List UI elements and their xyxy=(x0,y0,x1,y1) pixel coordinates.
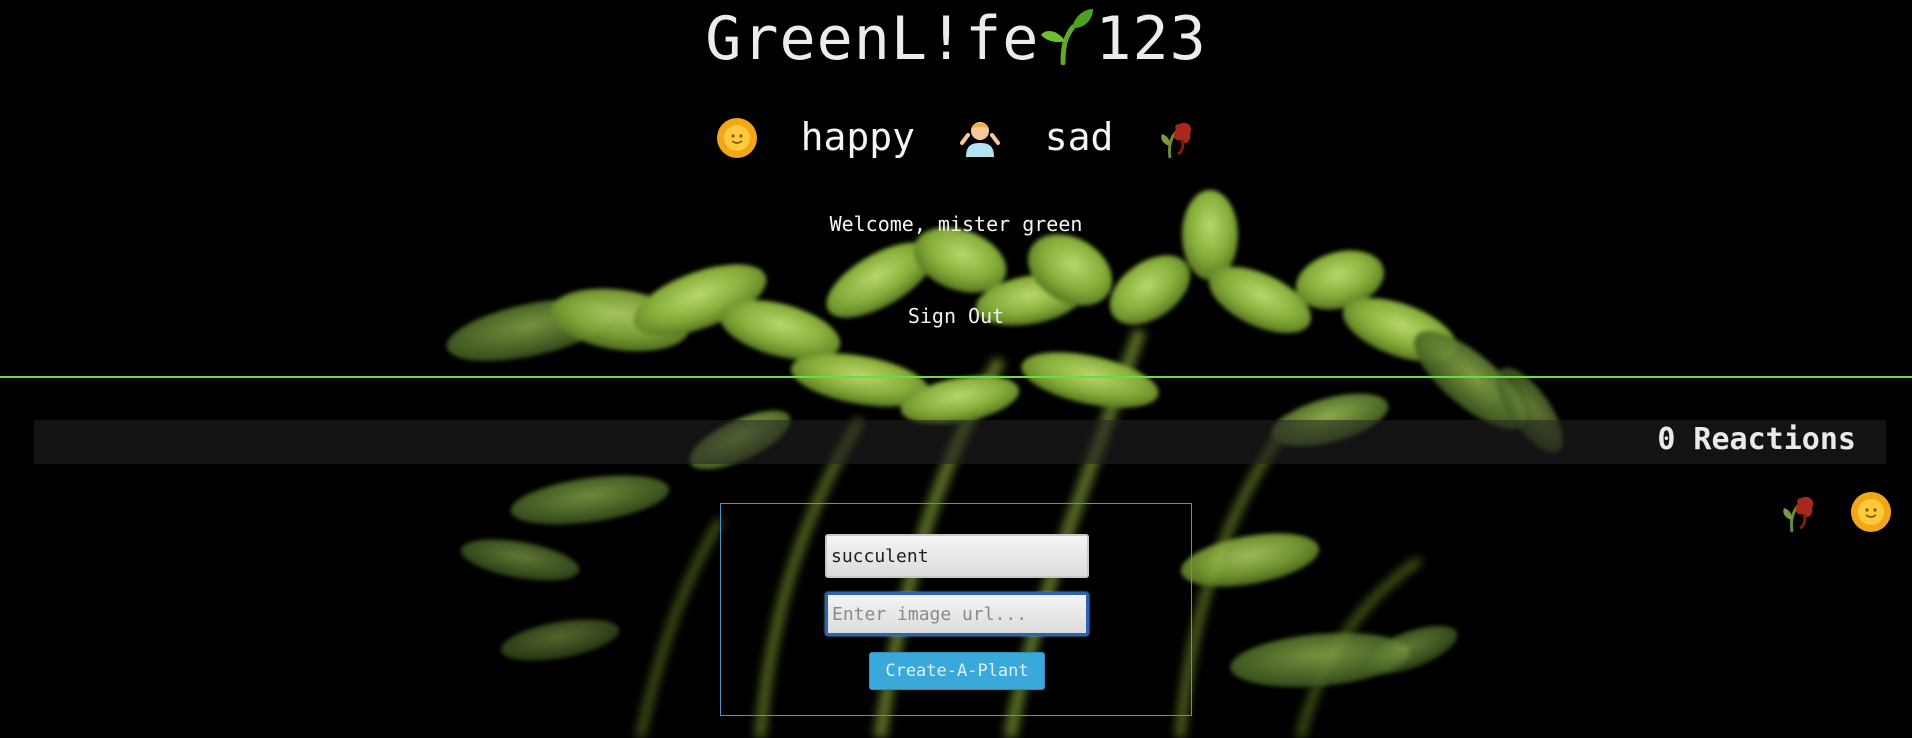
sun-face-icon xyxy=(1851,492,1891,532)
person-shrugging-icon xyxy=(959,122,1000,158)
site-title: GreenL!fe 123 xyxy=(0,4,1912,74)
happy-label[interactable]: happy xyxy=(801,115,915,159)
page: GreenL!fe 123 happy sad Welcome, mister … xyxy=(0,0,1912,738)
reactions-bar: 0 Reactions xyxy=(34,420,1886,464)
wilted-flower-icon xyxy=(1783,496,1814,533)
site-title-text: GreenL!fe xyxy=(705,4,1040,74)
sign-out-row: Sign Out xyxy=(0,304,1912,328)
sad-label[interactable]: sad xyxy=(1045,115,1114,159)
create-plant-form: Create-A-Plant xyxy=(720,503,1192,716)
happy-mood-button[interactable] xyxy=(716,114,758,160)
happy-reaction-button[interactable] xyxy=(1850,491,1892,533)
sad-reaction-button[interactable] xyxy=(1778,490,1818,534)
welcome-message: Welcome, mister green xyxy=(829,212,1083,236)
sad-mood-button[interactable] xyxy=(1156,113,1196,160)
image-url-input[interactable] xyxy=(825,592,1089,636)
sun-face-icon xyxy=(716,118,757,159)
sprout-icon xyxy=(1041,9,1094,65)
plant-name-input[interactable] xyxy=(825,534,1089,578)
site-title-suffix: 123 xyxy=(1095,4,1207,74)
reactions-count: 0 Reactions xyxy=(1657,422,1856,457)
shrug-button[interactable] xyxy=(958,114,1002,160)
mood-selector: happy sad xyxy=(0,112,1912,160)
create-a-plant-button[interactable]: Create-A-Plant xyxy=(869,652,1045,690)
sign-out-link[interactable]: Sign Out xyxy=(908,304,1004,328)
reaction-buttons xyxy=(1756,490,1892,534)
divider xyxy=(0,376,1912,378)
wilted-flower-icon xyxy=(1161,122,1192,158)
